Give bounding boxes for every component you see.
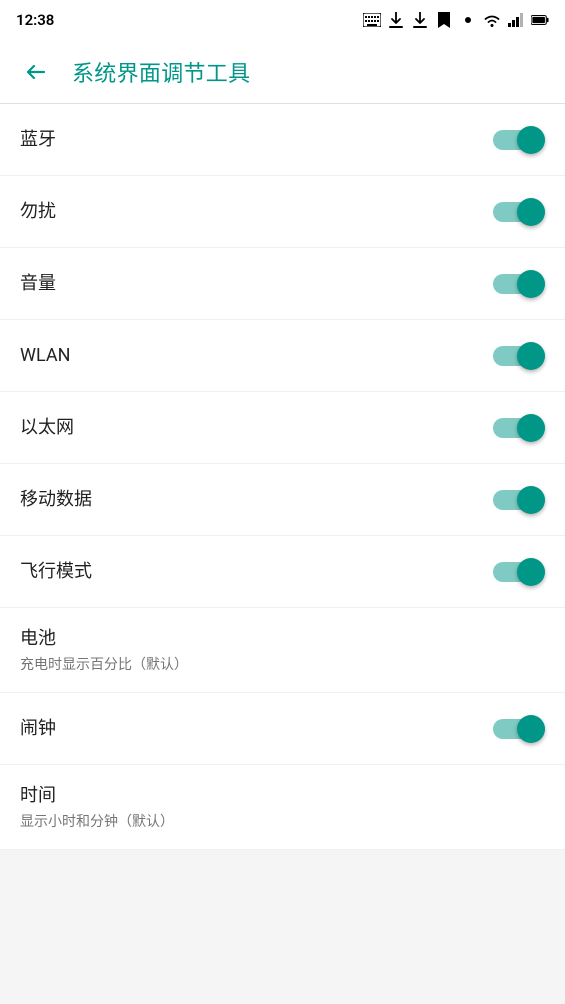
toggle-thumb-airplane-mode bbox=[517, 558, 545, 586]
dot-indicator bbox=[459, 11, 477, 29]
wifi-icon bbox=[483, 11, 501, 29]
toggle-airplane-mode[interactable] bbox=[493, 558, 545, 586]
toggle-mobile-data[interactable] bbox=[493, 486, 545, 514]
toggle-thumb-wlan bbox=[517, 342, 545, 370]
setting-item-volume[interactable]: 音量 bbox=[0, 248, 565, 320]
setting-item-time[interactable]: 时间 显示小时和分钟（默认） bbox=[0, 765, 565, 850]
toggle-volume[interactable] bbox=[493, 270, 545, 298]
setting-item-alarm[interactable]: 闹钟 bbox=[0, 693, 565, 765]
toggle-wlan[interactable] bbox=[493, 342, 545, 370]
setting-text-do-not-disturb: 勿扰 bbox=[20, 199, 493, 224]
setting-subtitle-battery: 充电时显示百分比（默认） bbox=[20, 654, 545, 674]
setting-item-bluetooth[interactable]: 蓝牙 bbox=[0, 104, 565, 176]
setting-text-bluetooth: 蓝牙 bbox=[20, 127, 493, 152]
setting-item-mobile-data[interactable]: 移动数据 bbox=[0, 464, 565, 536]
status-bar: 12:38 bbox=[0, 0, 565, 40]
keyboard-icon bbox=[363, 11, 381, 29]
toggle-thumb-volume bbox=[517, 270, 545, 298]
setting-text-airplane-mode: 飞行模式 bbox=[20, 559, 493, 584]
setting-title-battery: 电池 bbox=[20, 626, 545, 651]
setting-title-do-not-disturb: 勿扰 bbox=[20, 199, 493, 224]
setting-item-do-not-disturb[interactable]: 勿扰 bbox=[0, 176, 565, 248]
settings-list: 蓝牙 勿扰 音量 bbox=[0, 104, 565, 850]
app-bar: 系统界面调节工具 bbox=[0, 40, 565, 104]
toggle-thumb-bluetooth bbox=[517, 126, 545, 154]
setting-title-volume: 音量 bbox=[20, 271, 493, 296]
setting-title-airplane-mode: 飞行模式 bbox=[20, 559, 493, 584]
setting-text-mobile-data: 移动数据 bbox=[20, 487, 493, 512]
setting-title-bluetooth: 蓝牙 bbox=[20, 127, 493, 152]
toggle-bluetooth[interactable] bbox=[493, 126, 545, 154]
battery-icon bbox=[531, 11, 549, 29]
setting-subtitle-time: 显示小时和分钟（默认） bbox=[20, 811, 545, 831]
setting-text-volume: 音量 bbox=[20, 271, 493, 296]
status-icons bbox=[363, 11, 549, 29]
setting-title-time: 时间 bbox=[20, 783, 545, 808]
page-title: 系统界面调节工具 bbox=[72, 56, 250, 88]
setting-item-wlan[interactable]: WLAN bbox=[0, 320, 565, 392]
signal-icon bbox=[507, 11, 525, 29]
setting-title-alarm: 闹钟 bbox=[20, 716, 493, 741]
back-button[interactable] bbox=[16, 52, 56, 92]
status-time: 12:38 bbox=[16, 11, 54, 29]
setting-item-battery[interactable]: 电池 充电时显示百分比（默认） bbox=[0, 608, 565, 693]
download-icon-1 bbox=[387, 11, 405, 29]
toggle-alarm[interactable] bbox=[493, 715, 545, 743]
bookmark-icon bbox=[435, 11, 453, 29]
setting-title-ethernet: 以太网 bbox=[20, 415, 493, 440]
toggle-ethernet[interactable] bbox=[493, 414, 545, 442]
download-icon-2 bbox=[411, 11, 429, 29]
setting-title-mobile-data: 移动数据 bbox=[20, 487, 493, 512]
setting-item-ethernet[interactable]: 以太网 bbox=[0, 392, 565, 464]
setting-text-alarm: 闹钟 bbox=[20, 716, 493, 741]
toggle-thumb-ethernet bbox=[517, 414, 545, 442]
toggle-thumb-alarm bbox=[517, 715, 545, 743]
toggle-thumb-do-not-disturb bbox=[517, 198, 545, 226]
setting-text-wlan: WLAN bbox=[20, 343, 493, 368]
setting-text-ethernet: 以太网 bbox=[20, 415, 493, 440]
setting-item-airplane-mode[interactable]: 飞行模式 bbox=[0, 536, 565, 608]
toggle-thumb-mobile-data bbox=[517, 486, 545, 514]
setting-title-wlan: WLAN bbox=[20, 343, 493, 368]
toggle-do-not-disturb[interactable] bbox=[493, 198, 545, 226]
